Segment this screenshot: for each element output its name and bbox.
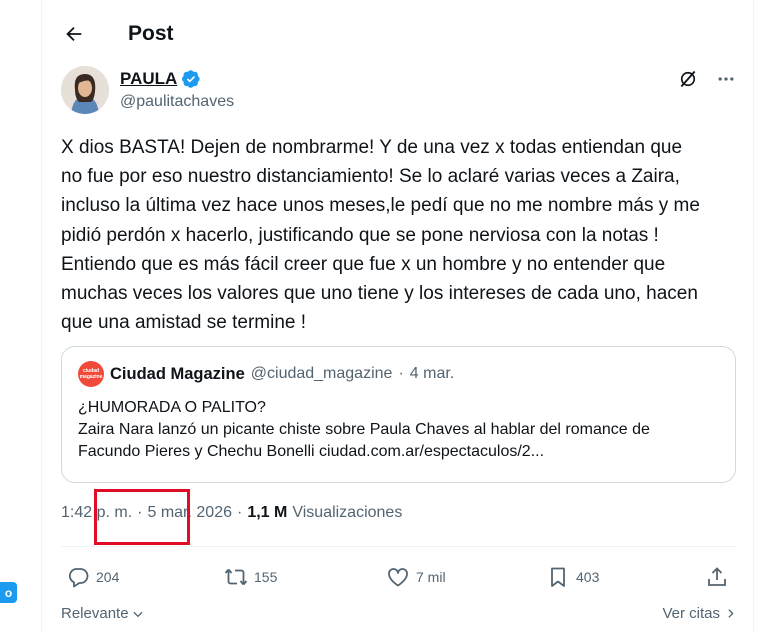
verified-badge-icon: [182, 70, 200, 88]
grok-button[interactable]: [677, 68, 699, 90]
bookmark-button[interactable]: 403: [546, 565, 599, 589]
quoted-text-line: Zaira Nara lanzó un picante chiste sobre…: [78, 421, 650, 438]
avatar[interactable]: [61, 66, 109, 114]
avatar-image: [61, 66, 109, 114]
quoted-post[interactable]: ciudad magazine Ciudad Magazine @ciudad_…: [61, 346, 736, 483]
views-label: Visualizaciones: [292, 504, 403, 521]
meta-separator: ·: [137, 504, 143, 521]
more-options-button[interactable]: [715, 68, 737, 90]
reply-count: 204: [96, 569, 120, 585]
grok-icon: [680, 70, 696, 88]
post-text: X dios BASTA! Dejen de nombrarme! Y de u…: [61, 137, 700, 334]
quoted-date: 4 mar.: [409, 365, 455, 382]
divider: [61, 546, 737, 547]
chevron-down-icon: [133, 611, 143, 617]
post-date[interactable]: 5 mar. 2026: [147, 504, 232, 522]
arrow-left-icon: [66, 26, 82, 42]
replies-controls: Relevante Ver citas: [61, 605, 737, 625]
reply-icon: [68, 568, 89, 588]
post-time[interactable]: 1:42 p. m.: [61, 504, 132, 522]
sort-replies-dropdown[interactable]: Relevante: [61, 605, 145, 622]
post-actions: 204 155 7 mil 403: [61, 562, 737, 592]
post-metadata: 1:42 p. m. · 5 mar. 2026 · 1,1 M Visuali…: [61, 504, 402, 522]
author-actions: [677, 68, 737, 90]
bookmark-count: 403: [576, 569, 600, 585]
bookmark-icon: [551, 567, 565, 587]
view-quotes-label: Ver citas: [662, 605, 720, 622]
chevron-right-icon: [728, 609, 734, 618]
quoted-headline: ¿HUMORADA O PALITO?: [78, 399, 266, 416]
page-title: Post: [128, 22, 174, 45]
repost-count: 155: [254, 569, 278, 585]
repost-button[interactable]: 155: [224, 565, 277, 589]
repost-icon: [224, 568, 248, 586]
author-name-row: PAULA: [120, 69, 201, 89]
share-button[interactable]: [705, 565, 729, 589]
quoted-post-header: ciudad magazine Ciudad Magazine @ciudad_…: [78, 361, 719, 387]
meta-separator: ·: [236, 504, 243, 521]
like-button[interactable]: 7 mil: [386, 565, 446, 589]
back-button[interactable]: [60, 20, 88, 48]
sort-label: Relevante: [61, 605, 129, 622]
like-count: 7 mil: [416, 569, 446, 585]
views-count: 1,1 M: [247, 504, 288, 521]
share-icon: [708, 567, 726, 586]
more-horizontal-icon: [718, 77, 734, 81]
reply-button[interactable]: 204: [66, 565, 119, 589]
post-header: Post: [42, 0, 753, 68]
quoted-separator: ·: [398, 365, 404, 382]
post-author: PAULA @paulitachaves: [61, 66, 737, 120]
author-display-name[interactable]: PAULA: [120, 69, 177, 89]
post-column: Post PAULA @paulitachaves X dios BASTA! …: [41, 0, 754, 632]
quoted-author-avatar: ciudad magazine: [78, 361, 104, 387]
view-quotes-link[interactable]: Ver citas: [662, 605, 737, 622]
quoted-author-handle: @ciudad_magazine: [250, 365, 393, 382]
author-handle[interactable]: @paulitachaves: [120, 93, 234, 111]
side-badge[interactable]: o: [0, 582, 17, 603]
quoted-post-body: ¿HUMORADA O PALITO? Zaira Nara lanzó un …: [78, 397, 719, 463]
quoted-author-name: Ciudad Magazine: [110, 364, 245, 383]
quoted-text-line: Facundo Pieres y Chechu Bonelli ciudad.c…: [78, 443, 545, 460]
heart-icon: [388, 568, 408, 587]
